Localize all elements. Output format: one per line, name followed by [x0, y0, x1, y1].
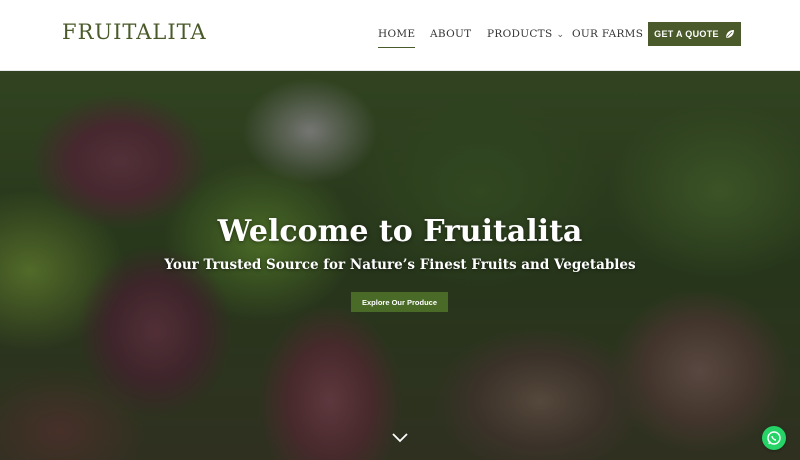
site-header: FRUITALITA HOME ABOUT PRODUCTS ⌄ OUR FARM… [0, 0, 800, 71]
nav-products[interactable]: PRODUCTS ⌄ [487, 28, 564, 40]
explore-produce-button[interactable]: Explore Our Produce [351, 292, 448, 312]
nav-our-farms[interactable]: OUR FARMS [572, 28, 643, 40]
chevron-down-icon[interactable] [390, 431, 410, 445]
leaf-icon [725, 30, 734, 38]
get-a-quote-button[interactable]: GET A QUOTE [648, 22, 741, 46]
whatsapp-icon[interactable] [762, 426, 786, 450]
hero-section: Welcome to Fruitalita Your Trusted Sourc… [0, 71, 800, 460]
site-logo[interactable]: FRUITALITA [62, 20, 207, 44]
whatsapp-glyph-icon [767, 431, 781, 445]
hero-title: Welcome to Fruitalita [217, 214, 583, 249]
nav-home[interactable]: HOME [378, 28, 416, 48]
hero-subtitle: Your Trusted Source for Nature’s Finest … [164, 257, 636, 273]
nav-about[interactable]: ABOUT [430, 28, 471, 40]
chevron-down-icon: ⌄ [556, 30, 565, 40]
get-a-quote-label: GET A QUOTE [654, 29, 719, 39]
nav-products-label: PRODUCTS [487, 28, 553, 40]
